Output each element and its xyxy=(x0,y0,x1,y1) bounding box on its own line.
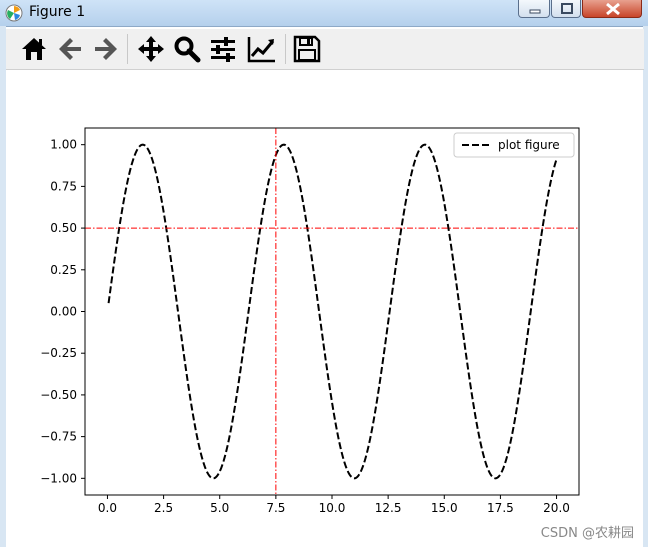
close-icon xyxy=(606,2,620,16)
y-tick-label: 0.75 xyxy=(50,179,77,193)
save-button[interactable] xyxy=(291,33,323,65)
line-chart-icon xyxy=(247,37,275,63)
navigation-toolbar xyxy=(6,29,644,70)
y-tick-label: −1.00 xyxy=(40,471,77,485)
y-tick-label: −0.75 xyxy=(40,430,77,444)
y-tick-label: 0.25 xyxy=(50,263,77,277)
maximize-icon xyxy=(561,3,573,14)
y-tick-label: −0.25 xyxy=(40,346,77,360)
toolbar-separator xyxy=(285,34,286,64)
move-icon xyxy=(138,36,164,62)
y-tick-label: 1.00 xyxy=(50,138,77,152)
y-tick-label: 0.00 xyxy=(50,305,77,319)
maximize-button[interactable] xyxy=(551,0,581,18)
forward-button[interactable] xyxy=(90,33,122,65)
plot-svg: 0.0 2.5 5.0 7.5 10.0 12.5 15.0 17.5 20.0 1.00 0.75… xyxy=(40,127,580,515)
window-frame-right xyxy=(643,26,648,547)
x-tick-label: 17.5 xyxy=(487,501,514,515)
sliders-icon xyxy=(211,37,235,62)
x-tick-label: 15.0 xyxy=(431,501,458,515)
y-tick-label: 0.50 xyxy=(50,221,77,235)
magnifier-icon xyxy=(174,36,201,63)
x-tick-label: 10.0 xyxy=(319,501,346,515)
back-button[interactable] xyxy=(54,33,86,65)
configure-subplots-button[interactable] xyxy=(207,33,239,65)
x-tick-label: 12.5 xyxy=(375,501,402,515)
floppy-disk-icon xyxy=(293,35,321,63)
x-tick-label: 5.0 xyxy=(210,501,229,515)
x-tick-label: 20.0 xyxy=(543,501,570,515)
matplotlib-logo-icon xyxy=(5,4,23,22)
close-button[interactable] xyxy=(582,0,642,18)
legend-label: plot figure xyxy=(498,138,560,152)
y-tick-label: −0.50 xyxy=(40,388,77,402)
arrow-right-icon xyxy=(95,38,117,60)
title-bar: Figure 1 xyxy=(0,0,648,27)
pan-button[interactable] xyxy=(135,33,167,65)
x-tick-label: 2.5 xyxy=(154,501,173,515)
figure-canvas[interactable]: 0.0 2.5 5.0 7.5 10.0 12.5 15.0 17.5 20.0 1.00 0.75… xyxy=(6,70,643,547)
watermark-text: CSDN @农耕园 xyxy=(540,526,634,541)
toolbar-separator xyxy=(127,34,128,64)
axes-background xyxy=(85,128,579,495)
minimize-icon xyxy=(529,9,541,14)
x-tick-label: 7.5 xyxy=(266,501,285,515)
minimize-button[interactable] xyxy=(518,0,550,18)
window-title: Figure 1 xyxy=(29,4,86,20)
x-tick-label: 0.0 xyxy=(98,501,117,515)
zoom-button[interactable] xyxy=(171,33,203,65)
arrow-left-icon xyxy=(59,38,81,60)
home-icon xyxy=(22,38,46,60)
edit-axis-button[interactable] xyxy=(246,33,278,65)
home-button[interactable] xyxy=(18,33,50,65)
